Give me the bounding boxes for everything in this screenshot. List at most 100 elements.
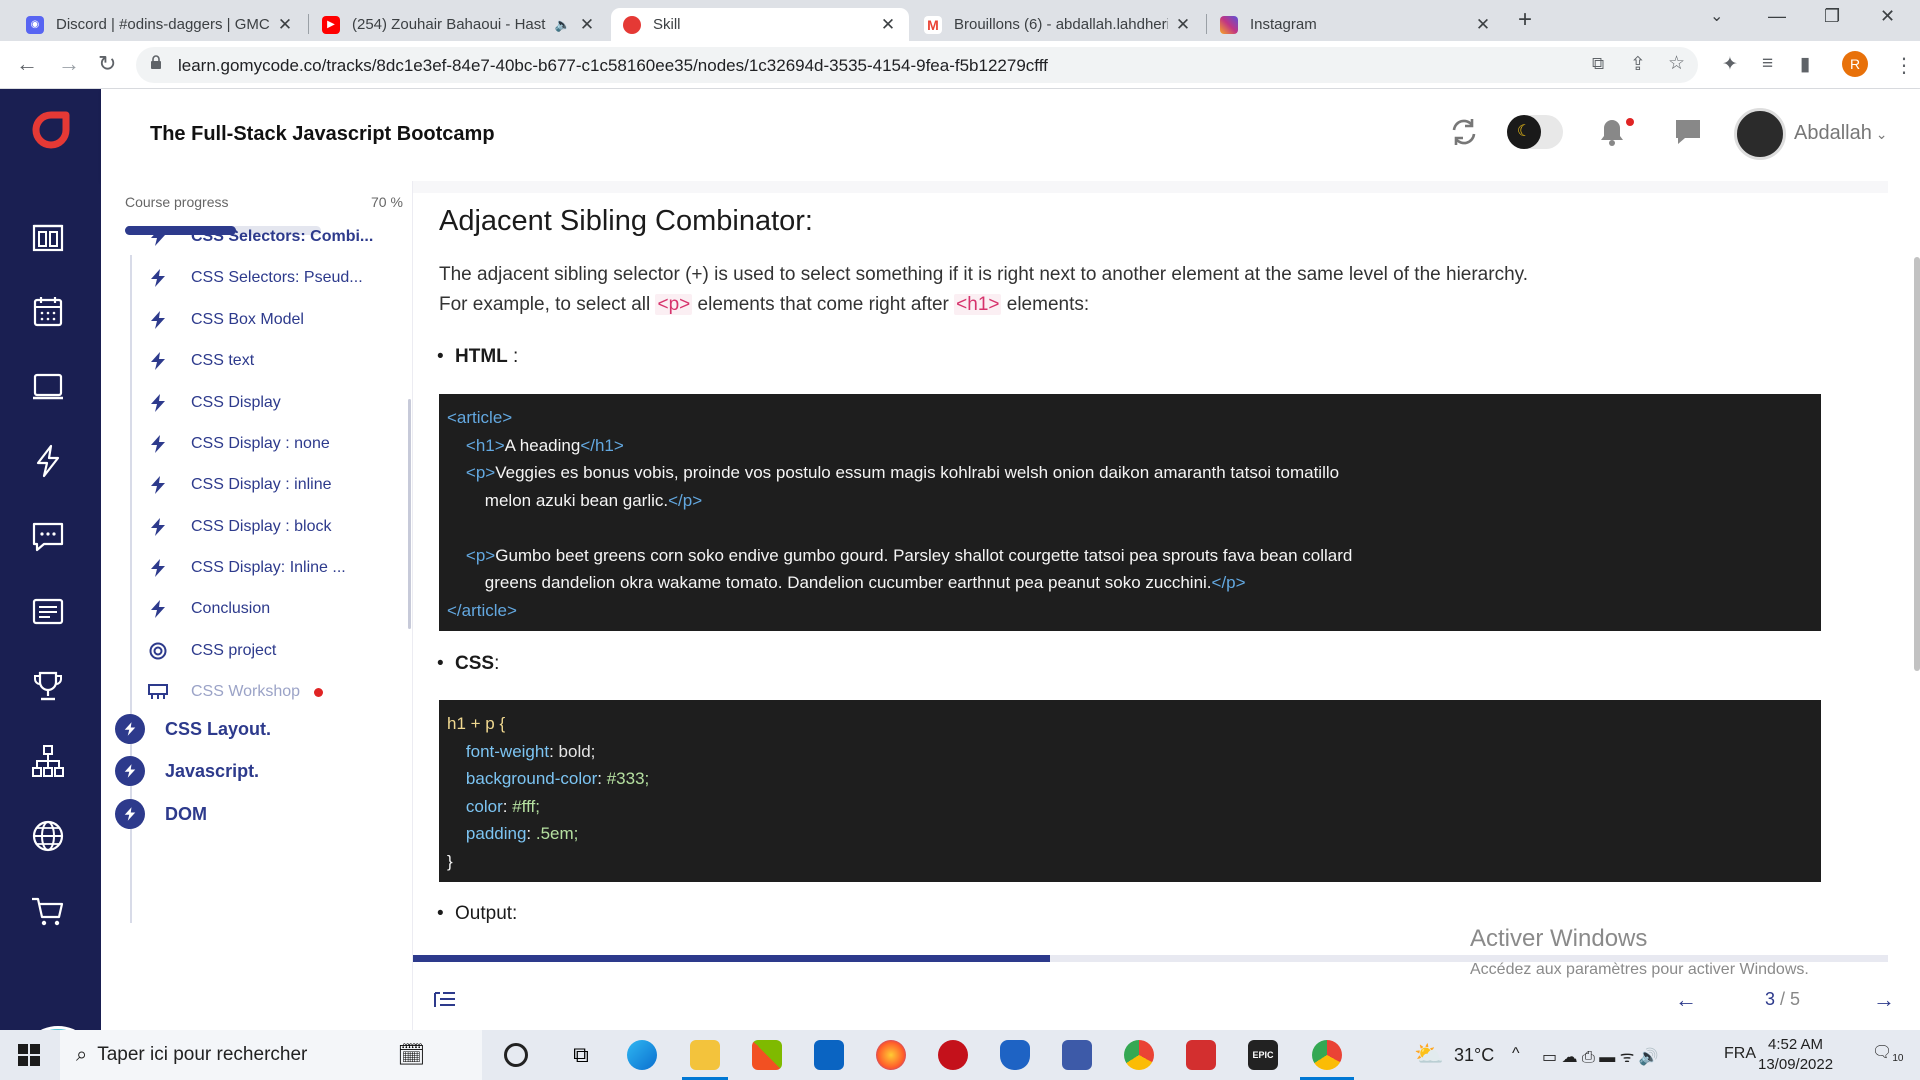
profile-avatar[interactable]: R (1842, 51, 1868, 77)
content-scrollbar[interactable] (1914, 257, 1920, 671)
chrome-profile-icon[interactable] (1312, 1040, 1342, 1070)
browser-tab-discord[interactable]: ◉ Discord | #odins-daggers | GMC ✕ (14, 8, 306, 41)
sidebar-chapter-item[interactable]: Javascript. (115, 754, 259, 788)
trophy-icon[interactable] (30, 668, 66, 704)
reload-icon[interactable]: ↻ (98, 51, 116, 77)
sitemap-icon[interactable] (30, 743, 66, 779)
bolt-icon (145, 394, 171, 412)
sidebar-lesson-item[interactable]: CSS Display : none (145, 429, 405, 459)
notification-center-icon[interactable]: 🗨10 (1872, 1042, 1903, 1064)
bookmark-star-icon[interactable]: ☆ (1668, 52, 1685, 75)
cart-icon[interactable] (30, 893, 66, 929)
browser-tab-gmail[interactable]: M Brouillons (6) - abdallah.lahdheri ✕ (912, 8, 1204, 41)
bolt-icon (145, 269, 171, 287)
messages-icon[interactable] (30, 518, 66, 554)
sidebar-lesson-item[interactable]: CSS Display (145, 388, 405, 418)
close-tab-icon[interactable]: ✕ (276, 15, 294, 35)
dark-mode-toggle[interactable]: ☾ (1507, 115, 1563, 149)
new-tab-button[interactable]: + (1518, 6, 1532, 34)
chat-message-icon[interactable] (1673, 117, 1703, 147)
extensions-icon[interactable]: ✦ (1722, 53, 1738, 76)
globe-icon[interactable] (30, 818, 66, 854)
forward-arrow-icon[interactable]: → (58, 51, 80, 77)
instagram-icon (1220, 15, 1238, 34)
file-explorer-icon[interactable] (690, 1040, 720, 1070)
tray-chevron-icon[interactable]: ^ (1512, 1045, 1520, 1063)
notification-bell-icon[interactable] (1598, 117, 1626, 147)
step-counter: 3 / 5 (1765, 989, 1801, 1009)
reading-list-icon[interactable]: ≡ (1762, 53, 1773, 75)
tab-search-chevron-icon[interactable]: ⌄ (1710, 6, 1723, 26)
refresh-icon[interactable] (1449, 117, 1479, 147)
url-text[interactable]: learn.gomycode.co/tracks/8dc1e3ef-84e7-4… (178, 56, 1048, 76)
close-tab-icon[interactable]: ✕ (1474, 15, 1492, 35)
sidebar-chapter-item[interactable]: DOM (115, 797, 207, 831)
input-language[interactable]: FRA (1724, 1045, 1756, 1063)
epic-games-icon[interactable]: EPIC (1248, 1040, 1278, 1070)
speaker-icon[interactable]: 🔈 (554, 17, 572, 33)
bolt-icon (115, 714, 145, 744)
close-window-icon[interactable]: ✕ (1880, 6, 1895, 27)
dashboard-icon[interactable] (30, 218, 66, 254)
taskbar-search[interactable]: ⌕ Taper ici pour rechercher 🗓 (60, 1030, 482, 1080)
minimize-icon[interactable]: — (1768, 6, 1786, 27)
game-app-icon[interactable] (938, 1040, 968, 1070)
share-icon[interactable]: ⇪ (1630, 53, 1646, 76)
sidebar-chapter-item[interactable]: CSS Layout. (115, 712, 271, 746)
target-icon (145, 642, 171, 660)
restore-icon[interactable]: ❐ (1824, 6, 1840, 27)
task-view-icon[interactable]: ⧉ (566, 1040, 596, 1070)
document-icon[interactable] (30, 593, 66, 629)
firefox-icon[interactable] (876, 1040, 906, 1070)
microsoft-store-icon[interactable] (752, 1040, 782, 1070)
bolt-icon[interactable] (30, 443, 66, 479)
translate-icon[interactable]: ⧉ (1592, 54, 1604, 74)
tab-separator (308, 14, 309, 34)
sidebar-scrollbar[interactable] (408, 399, 411, 629)
sidebar-lesson-item[interactable]: CSS Display : inline (145, 470, 405, 500)
sidebar-lesson-item[interactable]: CSS Display: Inline ... (145, 553, 405, 583)
calendar-icon[interactable] (30, 293, 66, 329)
weather-icon[interactable]: ⛅ (1414, 1040, 1444, 1069)
security-shield-icon[interactable] (1000, 1040, 1030, 1070)
sidebar-lesson-item[interactable]: Conclusion (145, 594, 405, 624)
address-bar[interactable]: learn.gomycode.co/tracks/8dc1e3ef-84e7-4… (136, 47, 1698, 83)
browser-tab-youtube[interactable]: ▶ (254) Zouhair Bahaoui - Hast 🔈 ✕ (310, 8, 608, 41)
previous-step-button[interactable]: ← (1675, 987, 1697, 1013)
sidebar-lesson-item[interactable]: CSS Selectors: Combi... (145, 222, 405, 252)
sidebar-lesson-item[interactable]: CSS Display : block (145, 512, 405, 542)
browser-tab-instagram[interactable]: Instagram ✕ (1208, 8, 1504, 41)
mail-icon[interactable] (814, 1040, 844, 1070)
sidebar-lesson-item[interactable]: CSS Box Model (145, 305, 405, 335)
close-tab-icon[interactable]: ✕ (879, 15, 897, 35)
weather-temperature[interactable]: 31°C (1454, 1045, 1494, 1066)
sidebar-lesson-item[interactable]: CSS project (145, 636, 405, 666)
windows-activation-watermark: Activer Windows Accédez aux paramètres p… (1470, 925, 1809, 978)
edge-icon[interactable] (627, 1040, 657, 1070)
anydesk-icon[interactable] (1186, 1040, 1216, 1070)
side-panel-icon[interactable]: ▮ (1800, 53, 1810, 76)
bolt-icon (145, 311, 171, 329)
browser-toolbar: ← → ↻ learn.gomycode.co/tracks/8dc1e3ef-… (0, 41, 1920, 89)
system-clock[interactable]: 4:52 AM 13/09/2022 (1758, 1035, 1833, 1075)
close-tab-icon[interactable]: ✕ (578, 15, 596, 35)
back-arrow-icon[interactable]: ← (16, 51, 38, 77)
laptop-icon[interactable] (30, 368, 66, 404)
chrome-icon[interactable] (1124, 1040, 1154, 1070)
sidebar-lesson-item[interactable]: CSS text (145, 346, 405, 376)
css-code-block: h1 + p { font-weight: bold; background-c… (439, 700, 1821, 882)
gomycode-logo[interactable] (31, 109, 71, 153)
sidebar-lesson-item[interactable]: CSS Workshop (145, 677, 405, 707)
windows-start-icon[interactable] (18, 1044, 40, 1066)
browser-tab-skill[interactable]: Skill ✕ (611, 8, 909, 41)
next-step-button[interactable]: → (1873, 987, 1895, 1013)
vpn-app-icon[interactable] (1062, 1040, 1092, 1070)
sidebar-lesson-item[interactable]: CSS Selectors: Pseud... (145, 263, 405, 293)
cortana-icon[interactable] (504, 1043, 528, 1067)
outline-list-icon[interactable] (431, 987, 459, 1011)
close-tab-icon[interactable]: ✕ (1174, 15, 1192, 35)
user-avatar[interactable] (1734, 108, 1786, 160)
tray-system-icons[interactable]: ▭ ☁ ⎙ ▬ ᯤ 🔊 (1542, 1045, 1659, 1067)
user-name-menu[interactable]: Abdallah ⌄ (1794, 122, 1887, 145)
kebab-menu-icon[interactable]: ⋮ (1894, 53, 1914, 78)
